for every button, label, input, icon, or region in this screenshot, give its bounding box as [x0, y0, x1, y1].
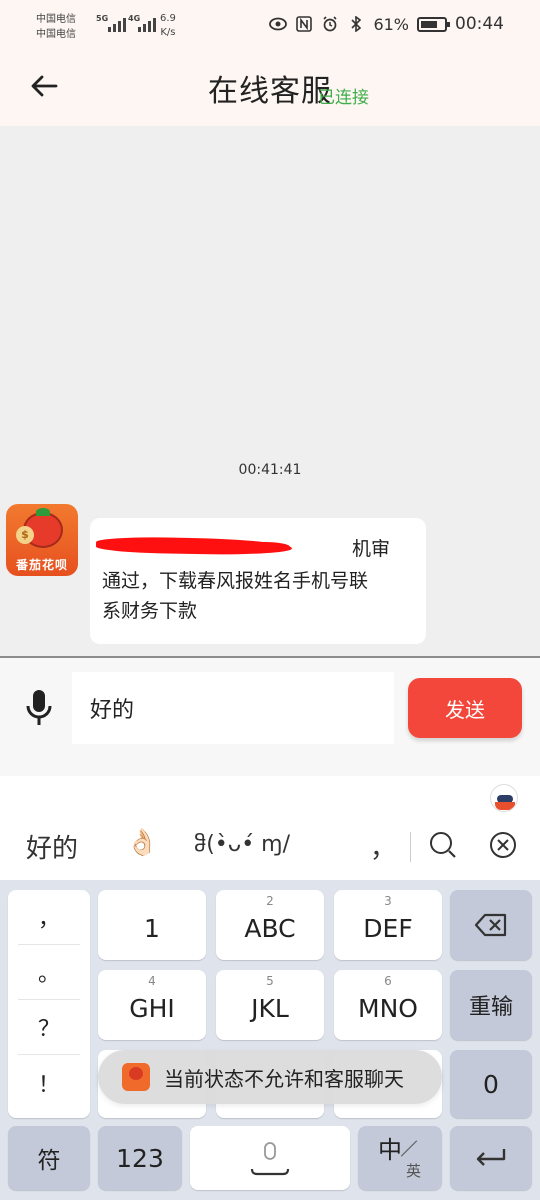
key-main: MNO — [358, 993, 418, 1023]
signal-icon — [108, 16, 126, 32]
agent-message-bubble[interactable]: 机审 通过，下载春风报姓名手机号联 系财务下款 — [90, 518, 426, 644]
key-2[interactable]: 2 ABC — [216, 890, 324, 960]
status-toast: 当前状态不允许和客服聊天 — [98, 1050, 442, 1104]
message-line-3: 系财务下款 — [102, 600, 198, 622]
network-speed: 6.9 K/s — [160, 12, 176, 40]
candidate-comma[interactable]: ， — [370, 828, 396, 865]
agent-avatar[interactable]: $ 番茄花呗 — [6, 504, 78, 576]
battery-percent: 61% — [373, 14, 409, 34]
network-type-1: 5G — [96, 14, 109, 23]
clock: 00:44 — [455, 14, 504, 34]
app-logo-icon — [122, 1063, 150, 1091]
key-main: ABC — [244, 913, 296, 943]
symbol-key[interactable]: 符 — [8, 1126, 90, 1190]
key-main: 1 — [144, 913, 160, 943]
nfc-icon — [295, 15, 313, 33]
key-sub: 5 — [266, 974, 274, 988]
eye-icon — [269, 15, 288, 33]
message-input[interactable]: 好的 — [72, 672, 394, 744]
bluetooth-icon — [347, 15, 365, 33]
connection-status: 已连接 — [318, 88, 369, 108]
punct-comma[interactable]: ， — [18, 890, 80, 945]
ime-logo-icon[interactable] — [490, 784, 518, 812]
toast-text: 当前状态不允许和客服聊天 — [164, 1066, 404, 1091]
backspace-key[interactable] — [450, 890, 532, 960]
key-main: JKL — [251, 993, 289, 1023]
space-key[interactable] — [190, 1126, 350, 1190]
chat-header: 在线客服 已连接 — [0, 54, 540, 126]
lang-slash — [400, 1140, 418, 1157]
speed-value: 6.9 — [160, 13, 176, 24]
backspace-icon — [474, 913, 507, 937]
search-icon[interactable] — [428, 830, 460, 862]
key-5[interactable]: 5 JKL — [216, 970, 324, 1040]
leaf-icon — [36, 508, 50, 516]
candidate-emoji[interactable]: 👌🏻 — [126, 828, 158, 858]
key-1[interactable]: 1 — [98, 890, 206, 960]
key-main: DEF — [363, 913, 413, 943]
voice-input-button[interactable] — [22, 688, 56, 728]
key-0[interactable]: 0 — [450, 1050, 532, 1118]
enter-icon — [476, 1149, 506, 1166]
redo-key[interactable]: 重输 — [450, 970, 532, 1040]
key-sub: 2 — [266, 894, 274, 908]
send-button[interactable]: 发送 — [408, 678, 522, 738]
key-3[interactable]: 3 DEF — [334, 890, 442, 960]
status-bar: 中国电信 中国电信 5G 4G 6.9 K/s 61% 00:44 — [0, 0, 540, 54]
carrier-labels: 中国电信 中国电信 — [36, 12, 76, 42]
enter-key[interactable] — [450, 1126, 532, 1190]
carrier-2: 中国电信 — [36, 29, 76, 40]
battery-icon — [417, 16, 450, 32]
lang-sub: 英 — [406, 1162, 422, 1180]
ime-candidate-bar: 好的 👌🏻 ჵ(•̀ᴗ•́ ɱ/ ， — [0, 776, 540, 880]
divider — [410, 832, 411, 862]
message-line-2: 通过，下载春风报姓名手机号联 — [102, 570, 369, 592]
chat-area[interactable]: 00:41:41 $ 番茄花呗 机审 通过，下载春风报姓名手机号联 系财务下款 — [0, 126, 540, 656]
language-toggle-key[interactable]: 中 英 — [358, 1126, 442, 1190]
candidate-kaomoji[interactable]: ჵ(•̀ᴗ•́ ɱ/ — [194, 832, 290, 857]
status-right: 61% 00:44 — [269, 14, 504, 34]
avatar-brand: 番茄花呗 — [15, 558, 68, 572]
message-timestamp: 00:41:41 — [238, 462, 302, 478]
signal-icon-2 — [138, 16, 156, 32]
key-main: GHI — [129, 993, 175, 1023]
punctuation-column[interactable]: ， 。 ？ ！ — [8, 890, 90, 1118]
message-input-bar: 好的 发送 — [0, 656, 540, 776]
redaction-mark-2 — [240, 542, 290, 552]
key-sub: 6 — [384, 974, 392, 988]
message-line-1: 机审 — [352, 538, 391, 560]
candidate-word[interactable]: 好的 — [26, 828, 78, 865]
lang-main: 中 — [378, 1136, 402, 1164]
microphone-icon — [26, 690, 52, 725]
key-sub: 4 — [148, 974, 156, 988]
punct-period[interactable]: 。 — [18, 945, 80, 1000]
punct-question[interactable]: ？ — [18, 1000, 80, 1055]
speed-unit: K/s — [160, 27, 176, 38]
carrier-1: 中国电信 — [36, 14, 76, 25]
punct-exclaim[interactable]: ！ — [18, 1055, 80, 1110]
key-6[interactable]: 6 MNO — [334, 970, 442, 1040]
page-title: 在线客服 — [208, 74, 332, 109]
microphone-space-icon — [250, 1142, 290, 1176]
close-candidates-icon[interactable] — [488, 830, 520, 862]
money-bag-icon: $ — [16, 526, 34, 544]
key-sub: 3 — [384, 894, 392, 908]
alarm-icon — [321, 15, 339, 33]
ime-keyboard: ， 。 ？ ！ 1 2 ABC 3 DEF 4 GHI 5 JKL 6 MNO … — [0, 880, 540, 1200]
key-4[interactable]: 4 GHI — [98, 970, 206, 1040]
numbers-key[interactable]: 123 — [98, 1126, 182, 1190]
